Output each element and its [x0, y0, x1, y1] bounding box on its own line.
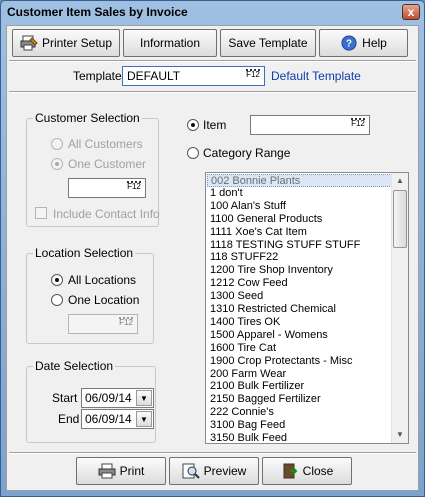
location-selection-title: Location Selection	[33, 246, 136, 260]
category-list-item[interactable]: 002 Bonnie Plants	[207, 174, 392, 187]
close-label: Close	[302, 464, 334, 478]
title-bar[interactable]: Customer Item Sales by Invoice x	[1, 1, 424, 23]
category-list-item[interactable]: 1111 Xoe's Cat Item	[210, 226, 307, 239]
scroll-up-icon[interactable]: ▲	[392, 173, 408, 189]
category-scrollbar[interactable]: ▲ ▼	[391, 173, 408, 443]
preview-label: Preview	[203, 464, 247, 478]
save-template-button[interactable]: Save Template	[220, 29, 316, 57]
category-list-item[interactable]: 1600 Tire Cat	[210, 342, 276, 355]
preview-icon	[182, 463, 200, 479]
one-customer-radio[interactable]	[51, 158, 63, 170]
customer-lookup-icon[interactable]: F12	[124, 180, 144, 196]
category-list-item[interactable]: 1500 Apparel - Womens	[210, 329, 328, 342]
category-list-item[interactable]: 1400 Tires OK	[210, 316, 280, 329]
information-button[interactable]: Information	[123, 29, 217, 57]
preview-button[interactable]: Preview	[169, 457, 259, 485]
category-list-item[interactable]: 1310 Restricted Chemical	[210, 303, 336, 316]
category-list-item[interactable]: 222 Connie's	[210, 406, 274, 419]
start-date-dropdown-icon[interactable]: ▼	[136, 390, 152, 406]
template-separator	[9, 91, 416, 93]
start-date-picker[interactable]: 06/09/14 ▼	[81, 388, 154, 408]
category-list-item[interactable]: 1 don't	[210, 187, 243, 200]
template-label: Template	[73, 69, 122, 83]
template-description: Default Template	[271, 69, 361, 83]
all-locations-label: All Locations	[68, 273, 137, 287]
footer-separator	[9, 452, 416, 454]
item-label: Item	[203, 118, 227, 132]
print-label: Print	[119, 464, 145, 478]
svg-text:?: ?	[346, 39, 352, 50]
end-date-picker[interactable]: 06/09/14 ▼	[81, 409, 154, 429]
end-date-value: 06/09/14	[85, 412, 132, 426]
one-location-label: One Location	[68, 293, 140, 307]
category-range-label: Category Range	[203, 146, 291, 160]
exit-icon	[283, 463, 298, 479]
item-radio[interactable]	[187, 119, 199, 131]
item-field[interactable]: F12	[250, 115, 370, 135]
scroll-thumb[interactable]	[393, 190, 407, 248]
include-contact-info-label: Include Contact Info	[53, 207, 160, 221]
date-selection-title: Date Selection	[33, 359, 116, 373]
toolbar-separator	[9, 60, 416, 62]
start-date-label: Start	[52, 391, 78, 405]
all-customers-radio[interactable]	[51, 138, 63, 150]
one-customer-label: One Customer	[68, 157, 147, 171]
printer-setup-button[interactable]: Printer Setup	[12, 29, 120, 57]
template-lookup-icon[interactable]: F12	[243, 68, 263, 84]
close-button[interactable]: Close	[262, 457, 352, 485]
window-close-button[interactable]: x	[402, 4, 420, 20]
printer-setup-label: Printer Setup	[41, 36, 113, 50]
print-button[interactable]: Print	[76, 457, 166, 485]
category-list-item[interactable]: 1118 TESTING STUFF STUFF	[210, 239, 360, 252]
printer-icon	[98, 463, 116, 479]
printer-setup-icon	[20, 35, 38, 51]
customer-selection-title: Customer Selection	[33, 111, 142, 125]
template-value: DEFAULT	[127, 69, 181, 83]
customer-field[interactable]: F12	[68, 178, 146, 198]
all-locations-radio[interactable]	[51, 274, 63, 286]
window-title: Customer Item Sales by Invoice	[7, 5, 188, 19]
scroll-down-icon[interactable]: ▼	[392, 427, 408, 443]
category-list-item[interactable]: 1900 Crop Protectants - Misc	[210, 355, 352, 368]
information-label: Information	[139, 36, 201, 50]
help-icon: ?	[341, 35, 357, 51]
category-list-item[interactable]: 118 STUFF22	[210, 251, 278, 264]
category-list-item[interactable]: 3150 Bulk Feed	[210, 432, 287, 443]
report-window: Customer Item Sales by Invoice x Printer…	[0, 0, 425, 497]
category-list-item[interactable]: 1200 Tire Shop Inventory	[210, 264, 333, 277]
category-list-item[interactable]: 200 Farm Wear	[210, 368, 286, 381]
client-area: Printer Setup Information Save Template …	[6, 25, 419, 491]
category-list-item[interactable]: 2100 Bulk Fertilizer	[210, 380, 304, 393]
start-date-value: 06/09/14	[85, 391, 132, 405]
location-field[interactable]: F12	[68, 314, 138, 334]
category-list-item[interactable]: 1212 Cow Feed	[210, 277, 288, 290]
category-list-item[interactable]: 1300 Seed	[210, 290, 263, 303]
category-list-item[interactable]: 2150 Bagged Fertilizer	[210, 393, 321, 406]
help-button[interactable]: ? Help	[319, 29, 408, 57]
end-date-label: End	[58, 412, 80, 426]
one-location-radio[interactable]	[51, 294, 63, 306]
all-customers-label: All Customers	[68, 137, 143, 151]
save-template-label: Save Template	[228, 36, 308, 50]
location-lookup-icon[interactable]: F12	[116, 316, 136, 332]
item-lookup-icon[interactable]: F12	[348, 117, 368, 133]
category-list-item[interactable]: 1100 General Products	[210, 213, 322, 226]
category-list-item[interactable]: 100 Alan's Stuff	[210, 200, 286, 213]
template-field[interactable]: DEFAULT F12	[122, 66, 265, 86]
help-label: Help	[362, 36, 387, 50]
category-range-radio[interactable]	[187, 147, 199, 159]
category-list-item[interactable]: 3100 Bag Feed	[210, 419, 285, 432]
category-listbox[interactable]: 002 Bonnie Plants 1 don't 100 Alan's Stuff…	[205, 172, 409, 444]
end-date-dropdown-icon[interactable]: ▼	[136, 411, 152, 427]
include-contact-info-checkbox[interactable]	[35, 207, 47, 219]
